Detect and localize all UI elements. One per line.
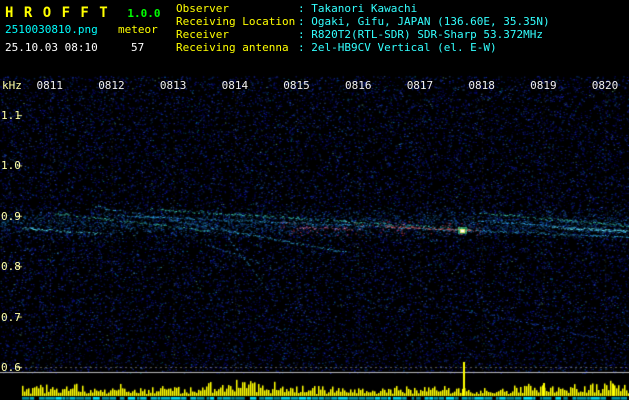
record-datetime: 25.10.03 08:10: [5, 41, 98, 54]
app-version: 1.0.0: [127, 7, 160, 20]
info-row: Receiving antenna: 2el-HB9CV Vertical (e…: [176, 41, 550, 54]
info-label: Observer: [176, 2, 298, 15]
time-tick-label: 0811: [37, 79, 64, 92]
info-value: : R820T2(RTL-SDR) SDR-Sharp 53.372MHz: [298, 28, 543, 41]
mode-label: meteor: [118, 23, 158, 36]
output-filename: 2510030810.png: [5, 23, 98, 36]
title-row: H R O F F T 1.0.0: [5, 2, 160, 21]
info-row: Receiving Location: Ogaki, Gifu, JAPAN (…: [176, 15, 550, 28]
spectrogram-canvas: [0, 0, 629, 400]
time-tick-label: 0818: [468, 79, 495, 92]
info-label: Receiving Location: [176, 15, 298, 28]
app-title: H R O F F T: [5, 5, 109, 21]
time-tick-label: 0819: [530, 79, 557, 92]
info-value: : Takanori Kawachi: [298, 2, 417, 15]
freq-tick-label: 0.7: [1, 311, 21, 324]
time-tick-label: 0815: [283, 79, 310, 92]
info-label: Receiver: [176, 28, 298, 41]
freq-tick-label: 1.0: [1, 159, 21, 172]
hrofft-window: H R O F F T 1.0.0 2510030810.png meteor …: [0, 0, 629, 400]
time-tick-label: 0814: [222, 79, 249, 92]
freq-tick-label: 0.6: [1, 361, 21, 374]
info-value: : 2el-HB9CV Vertical (el. E-W): [298, 41, 497, 54]
time-tick-label: 0820: [592, 79, 619, 92]
freq-tick-label: 0.9: [1, 210, 21, 223]
freq-tick-label: 1.1: [1, 109, 21, 122]
time-tick-label: 0817: [407, 79, 434, 92]
y-axis-unit-label: kHz: [2, 79, 22, 92]
info-row: Observer: Takanori Kawachi: [176, 2, 550, 15]
time-tick-label: 0816: [345, 79, 372, 92]
time-tick-label: 0813: [160, 79, 187, 92]
info-value: : Ogaki, Gifu, JAPAN (136.60E, 35.35N): [298, 15, 550, 28]
time-tick-label: 0812: [98, 79, 125, 92]
freq-tick-label: 0.8: [1, 260, 21, 273]
station-info: Observer: Takanori KawachiReceiving Loca…: [176, 2, 550, 54]
info-row: Receiver: R820T2(RTL-SDR) SDR-Sharp 53.3…: [176, 28, 550, 41]
info-label: Receiving antenna: [176, 41, 298, 54]
echo-count: 57: [131, 41, 144, 54]
